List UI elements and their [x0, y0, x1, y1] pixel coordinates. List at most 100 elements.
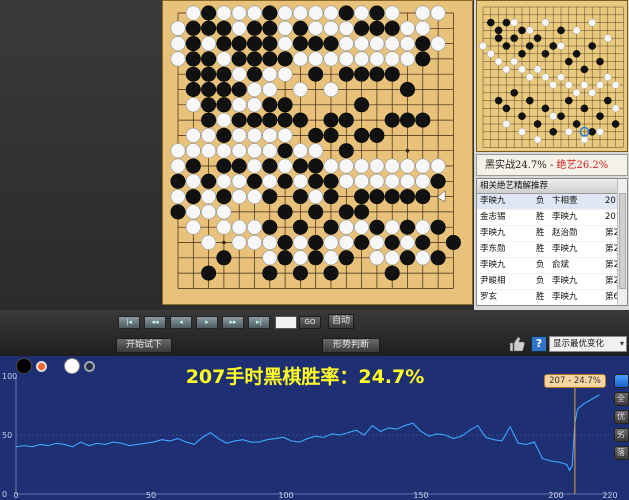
white-stone[interactable] [308, 51, 324, 67]
black-stone[interactable] [185, 20, 201, 36]
fast-forward-icon[interactable]: ▸▸ [222, 316, 244, 329]
black-stone[interactable] [185, 189, 201, 205]
side-button[interactable] [614, 374, 629, 388]
white-stone[interactable] [201, 127, 217, 143]
black-stone[interactable] [185, 82, 201, 98]
black-stone[interactable] [247, 20, 263, 36]
white-stone[interactable] [292, 143, 308, 159]
game-row[interactable]: 金志锡胜李映九 201 [477, 210, 627, 226]
black-stone[interactable] [277, 51, 293, 67]
white-stone[interactable] [400, 36, 416, 52]
white-stone[interactable] [277, 36, 293, 52]
white-stone[interactable] [201, 189, 217, 205]
white-stone[interactable] [338, 173, 354, 189]
black-stone[interactable] [277, 143, 293, 159]
white-stone[interactable] [185, 127, 201, 143]
white-stone[interactable] [231, 5, 247, 21]
white-stone[interactable] [216, 219, 232, 235]
white-stone[interactable] [384, 173, 400, 189]
black-stone[interactable] [277, 112, 293, 128]
black-stone[interactable] [185, 36, 201, 52]
white-stone[interactable] [201, 143, 217, 159]
game-row[interactable]: 罗玄胜李映九 第6 [477, 290, 627, 305]
black-stone[interactable] [201, 51, 217, 67]
black-stone[interactable] [292, 219, 308, 235]
game-row[interactable]: 尹畯相负李映九 第2 [477, 274, 627, 290]
black-stone[interactable] [292, 20, 308, 36]
white-stone[interactable] [338, 219, 354, 235]
white-stone[interactable] [400, 51, 416, 67]
game-row[interactable]: 李映九胜赵治勋 第2 [477, 226, 627, 242]
black-stone[interactable] [415, 235, 431, 251]
white-stone[interactable] [247, 127, 263, 143]
white-stone[interactable] [262, 82, 278, 98]
black-stone[interactable] [185, 51, 201, 67]
white-stone[interactable] [247, 189, 263, 205]
black-stone[interactable] [430, 219, 446, 235]
white-stone[interactable] [323, 82, 339, 98]
start-try-button[interactable]: 开始试下 [116, 338, 172, 353]
white-stone[interactable] [384, 158, 400, 174]
black-stone[interactable] [277, 204, 293, 220]
black-stone[interactable] [201, 5, 217, 21]
black-stone[interactable] [308, 173, 324, 189]
auto-play-button[interactable]: 自动 [328, 314, 354, 329]
white-stone[interactable] [247, 97, 263, 113]
black-stone[interactable] [354, 66, 370, 82]
white-stone[interactable] [384, 36, 400, 52]
black-stone[interactable] [384, 235, 400, 251]
white-stone[interactable] [201, 204, 217, 220]
go-board-canvas[interactable] [163, 1, 473, 305]
black-stone[interactable] [231, 112, 247, 128]
white-stone[interactable] [292, 250, 308, 266]
black-stone[interactable] [338, 66, 354, 82]
black-stone[interactable] [308, 127, 324, 143]
black-stone[interactable] [231, 82, 247, 98]
white-stone[interactable] [170, 189, 186, 205]
black-stone[interactable] [216, 66, 232, 82]
rewind-icon[interactable]: ◂◂ [144, 316, 166, 329]
white-stone[interactable] [308, 20, 324, 36]
black-stone[interactable] [185, 158, 201, 174]
white-stone[interactable] [247, 82, 263, 98]
white-stone[interactable] [231, 189, 247, 205]
last-move-icon[interactable]: ▸| [248, 316, 270, 329]
white-stone[interactable] [216, 112, 232, 128]
white-stone[interactable] [369, 51, 385, 67]
black-stone[interactable] [262, 158, 278, 174]
black-stone[interactable] [292, 265, 308, 281]
black-stone[interactable] [247, 112, 263, 128]
black-stone[interactable] [338, 5, 354, 21]
white-stone[interactable] [338, 36, 354, 52]
white-stone[interactable] [185, 173, 201, 189]
black-stone[interactable] [308, 36, 324, 52]
white-stone[interactable] [170, 158, 186, 174]
white-stone[interactable] [247, 143, 263, 159]
white-stone[interactable] [216, 204, 232, 220]
white-stone[interactable] [170, 143, 186, 159]
white-stone[interactable] [384, 219, 400, 235]
black-stone[interactable] [201, 20, 217, 36]
black-stone[interactable] [338, 204, 354, 220]
black-stone[interactable] [216, 189, 232, 205]
move-number-input[interactable] [275, 316, 297, 329]
white-stone[interactable] [338, 235, 354, 251]
winrate-line-chart[interactable]: 100 50 0 0 50 100 150 200 220 [0, 356, 629, 500]
white-stone[interactable] [247, 235, 263, 251]
white-stone[interactable] [231, 219, 247, 235]
game-row[interactable]: 李映九负俞斌 第2 [477, 258, 627, 274]
white-stone[interactable] [354, 158, 370, 174]
white-stone[interactable] [430, 158, 446, 174]
black-stone[interactable] [231, 51, 247, 67]
black-stone[interactable] [445, 235, 461, 251]
black-stone[interactable] [354, 97, 370, 113]
black-stone[interactable] [384, 66, 400, 82]
black-stone[interactable] [201, 173, 217, 189]
black-stone[interactable] [384, 20, 400, 36]
white-stone[interactable] [354, 173, 370, 189]
black-stone[interactable] [323, 36, 339, 52]
black-stone[interactable] [185, 66, 201, 82]
white-stone[interactable] [231, 20, 247, 36]
first-move-icon[interactable]: |◂ [118, 316, 140, 329]
black-stone[interactable] [369, 66, 385, 82]
